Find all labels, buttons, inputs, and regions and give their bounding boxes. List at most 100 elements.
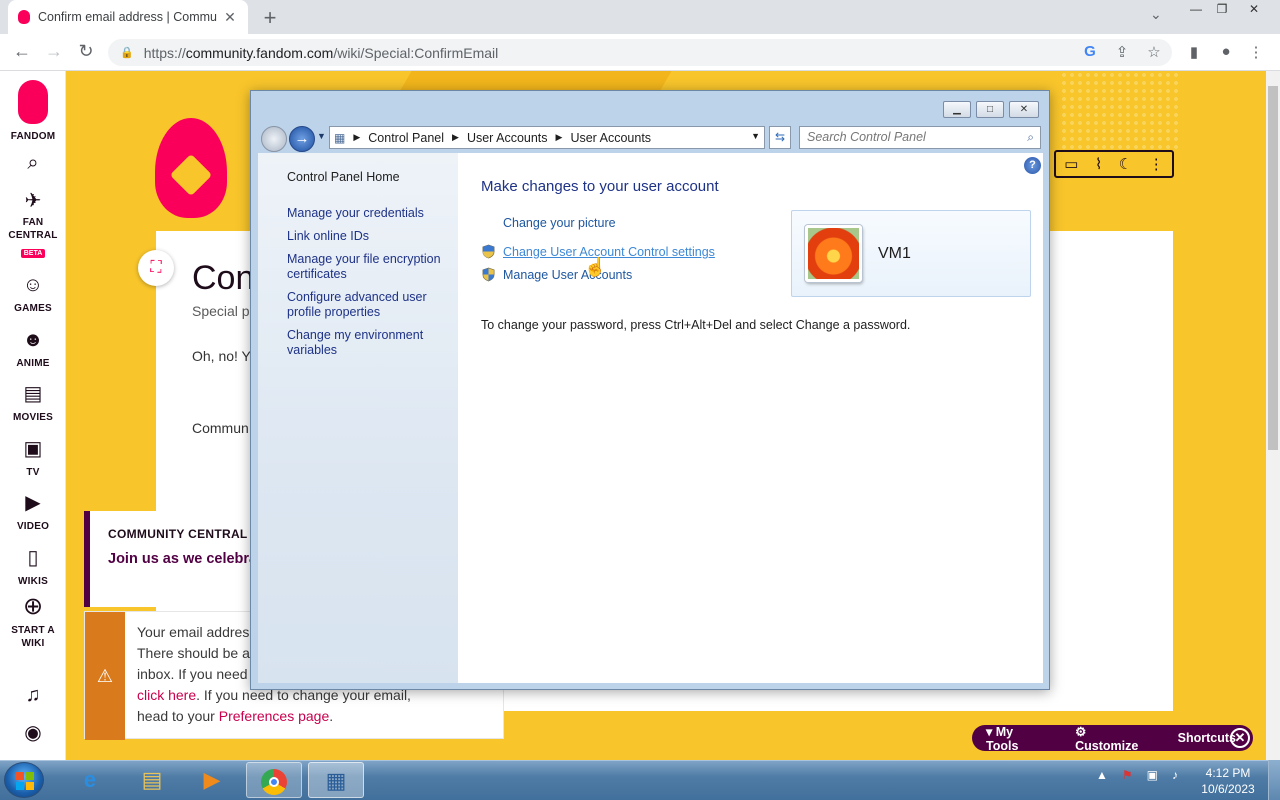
plus-icon: ⊕ <box>22 593 44 620</box>
rail-item-anime[interactable]: ☻ ANIME <box>0 329 66 370</box>
cp-refresh-icon[interactable]: ⇆ <box>769 126 791 149</box>
cp-home-link[interactable]: Control Panel Home <box>287 170 457 185</box>
preferences-link[interactable]: Preferences page <box>219 708 330 724</box>
discussions-icon[interactable]: ▭ <box>1064 155 1078 173</box>
account-icon[interactable]: ◉ <box>0 722 66 744</box>
chrome-menu-icon[interactable]: ⋮ <box>1246 43 1266 61</box>
change-picture-link[interactable]: Change your picture <box>503 216 616 230</box>
resend-link[interactable]: click here <box>137 687 196 703</box>
internet-explorer-icon[interactable]: e <box>62 762 118 798</box>
user-name: VM1 <box>878 245 911 262</box>
uac-settings-link[interactable]: Change User Account Control settings <box>503 245 715 259</box>
environment-variables-link[interactable]: Change my environment variables <box>287 328 437 358</box>
reload-icon[interactable]: ↻ <box>74 41 98 62</box>
tab-search-chevron-icon[interactable]: ⌄ <box>1150 6 1162 23</box>
cp-search-input[interactable]: Search Control Panel ⌕ <box>799 126 1041 149</box>
manage-credentials-link[interactable]: Manage your credentials <box>287 206 457 221</box>
search-icon[interactable]: ⌕ <box>0 152 66 174</box>
file-encryption-link[interactable]: Manage your file encryption certificates <box>287 252 447 282</box>
warning-icon: ⚠ <box>85 612 125 740</box>
anime-icon: ☻ <box>22 329 44 351</box>
link-online-ids-link[interactable]: Link online IDs <box>287 229 457 244</box>
side-panel-icon[interactable]: ▮ <box>1184 43 1204 61</box>
breadcrumb-user-accounts-current[interactable]: User Accounts <box>570 131 651 145</box>
google-lens-icon[interactable]: G <box>1080 43 1100 60</box>
bookmark-star-icon[interactable]: ☆ <box>1144 43 1164 61</box>
tab-title: Confirm email address | Commu <box>38 10 217 24</box>
activity-icon[interactable]: ⌇ <box>1095 155 1102 173</box>
rail-item-fan-central[interactable]: ✈ FAN CENTRAL BETA <box>0 190 66 260</box>
movie-icon: ▤ <box>23 383 43 405</box>
article-paragraph: Oh, no! Yo <box>192 348 258 364</box>
fandom-logo-icon <box>18 80 48 124</box>
fullscreen-icon[interactable]: ⛶ <box>138 250 174 286</box>
article-paragraph: Commun <box>192 420 249 436</box>
volume-icon[interactable]: ♪ <box>1172 768 1178 782</box>
rail-item-games[interactable]: ☺ GAMES <box>0 274 66 315</box>
background-dots <box>1060 71 1180 151</box>
profile-icon[interactable]: ● <box>1216 43 1236 60</box>
media-player-icon[interactable]: ▶ <box>184 762 240 798</box>
share-icon[interactable]: ⇪ <box>1112 43 1132 61</box>
video-icon: ▶ <box>25 492 41 514</box>
network-icon[interactable]: ▣ <box>1147 768 1158 782</box>
taskbar-clock[interactable]: 4:12 PM 10/6/2023 <box>1192 765 1264 797</box>
uac-shield-icon <box>482 267 495 282</box>
shortcuts-button[interactable]: Shortcuts <box>1178 731 1236 745</box>
recent-pages-chevron-icon[interactable]: ▼ <box>317 131 326 141</box>
show-desktop-button[interactable] <box>1268 760 1280 800</box>
back-icon[interactable]: ← <box>10 41 34 62</box>
cp-minimize-button[interactable]: ▁ <box>943 101 971 118</box>
address-bar[interactable]: 🔒 https://community.fandom.com/wiki/Spec… <box>108 39 1172 66</box>
show-hidden-icons-icon[interactable]: ▲ <box>1096 768 1108 782</box>
chrome-taskbar-icon[interactable] <box>246 762 302 798</box>
fandom-logo[interactable]: FANDOM <box>0 80 66 143</box>
restore-window-button[interactable]: ❐ <box>1208 0 1236 18</box>
cp-address-bar[interactable]: ▦ ▶ Control Panel ▶ User Accounts ▶ User… <box>329 126 765 149</box>
fandom-favicon-icon <box>18 10 30 24</box>
minimize-window-button[interactable]: — <box>1182 0 1210 18</box>
cp-tasks-pane: Control Panel Home Manage your credentia… <box>258 153 458 683</box>
close-toolbar-icon[interactable]: ✕ <box>1230 728 1250 748</box>
rail-item-movies[interactable]: ▤ MOVIES <box>0 383 66 424</box>
close-window-button[interactable]: ✕ <box>1240 0 1268 18</box>
cp-back-button[interactable] <box>261 126 287 152</box>
start-button[interactable] <box>4 762 44 798</box>
cp-close-button[interactable]: ✕ <box>1009 101 1039 118</box>
page-subtitle: Special p <box>192 303 250 319</box>
cp-maximize-button[interactable]: □ <box>976 101 1004 118</box>
more-icon[interactable]: ⋮ <box>1149 155 1164 173</box>
manage-user-accounts-link[interactable]: Manage User Accounts <box>503 268 632 282</box>
page-title: Con <box>192 259 255 297</box>
breadcrumb-control-panel[interactable]: Control Panel <box>368 131 444 145</box>
rail-item-tv[interactable]: ▣ TV <box>0 438 66 479</box>
rocket-icon: ✈ <box>24 190 42 212</box>
search-icon[interactable]: ⌕ <box>1027 130 1034 145</box>
breadcrumb-user-accounts[interactable]: User Accounts <box>467 131 548 145</box>
forward-icon[interactable]: → <box>42 41 66 62</box>
cp-forward-button[interactable]: → <box>289 126 315 152</box>
rail-item-wikis[interactable]: ▯ WIKIS <box>0 547 66 588</box>
address-dropdown-icon[interactable]: ▼ <box>751 131 760 141</box>
help-icon[interactable]: ? <box>1024 157 1041 174</box>
control-panel-taskbar-icon[interactable]: ▦ <box>308 762 364 798</box>
cp-heading: Make changes to your user account <box>481 178 719 195</box>
control-panel-icon: ▦ <box>334 130 346 145</box>
url-text: https://community.fandom.com/wiki/Specia… <box>143 44 499 61</box>
new-tab-button[interactable]: + <box>258 5 282 31</box>
browser-tab[interactable]: Confirm email address | Commu ✕ <box>8 0 248 34</box>
user-picture-flower[interactable] <box>805 225 862 282</box>
customize-button[interactable]: ⚙ Customize <box>1075 724 1161 753</box>
theme-moon-icon[interactable]: ☾ <box>1119 155 1132 173</box>
advanced-profile-link[interactable]: Configure advanced user profile properti… <box>287 290 437 320</box>
close-tab-icon[interactable]: ✕ <box>222 9 238 26</box>
password-note: To change your password, press Ctrl+Alt+… <box>481 318 911 332</box>
cp-content: Control Panel Home Manage your credentia… <box>258 153 1043 683</box>
action-center-flag-icon[interactable]: ⚑ <box>1122 768 1133 782</box>
scrollbar-thumb[interactable] <box>1268 86 1278 450</box>
file-explorer-icon[interactable]: ▤ <box>124 762 180 798</box>
rail-item-start-wiki[interactable]: ⊕ START A WIKI <box>0 593 66 650</box>
my-tools-button[interactable]: ▾ My Tools <box>986 724 1058 753</box>
notifications-bell-icon[interactable]: ♫ <box>0 684 66 706</box>
rail-item-video[interactable]: ▶ VIDEO <box>0 492 66 533</box>
